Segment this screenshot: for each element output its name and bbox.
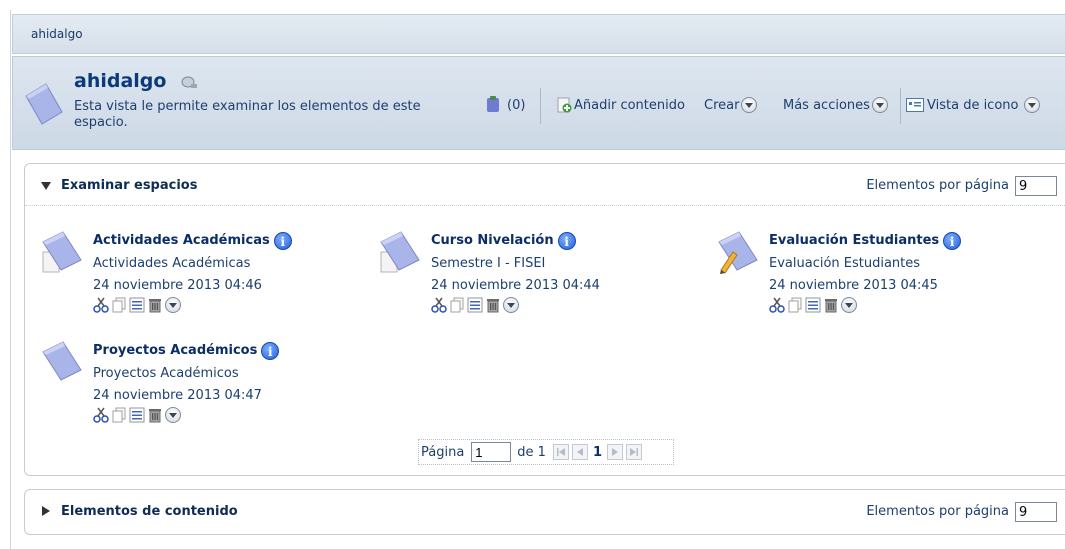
space-date: 24 noviembre 2013 04:45 <box>769 278 938 293</box>
last-page-icon[interactable] <box>626 444 642 460</box>
panel-title[interactable]: Examinar espacios <box>61 178 197 193</box>
browse-spaces-panel: Examinar espacios Elementos por página A… <box>24 163 1065 476</box>
copy-icon[interactable] <box>111 297 127 313</box>
panel-header: Examinar espacios Elementos por página <box>25 164 1065 206</box>
breadcrumb: ahidalgo <box>12 14 1065 54</box>
item-actions <box>769 297 857 313</box>
space-date: 24 noviembre 2013 04:47 <box>93 388 262 403</box>
items-per-page-label: Elementos por página <box>866 504 1009 519</box>
chevron-down-icon[interactable] <box>871 97 888 113</box>
left-border <box>10 10 11 549</box>
space-item: Curso Nivelación i Semestre I - FISEI 24 … <box>379 230 699 330</box>
page-of-label: de 1 <box>517 444 546 460</box>
copy-icon[interactable] <box>787 297 803 313</box>
cut-icon[interactable] <box>769 297 785 313</box>
cut-icon[interactable] <box>93 297 109 313</box>
collapse-icon[interactable] <box>41 182 51 190</box>
icon-view-icon <box>906 98 924 112</box>
space-item: Actividades Académicas i Actividades Acad… <box>41 230 361 330</box>
item-actions <box>93 297 181 313</box>
chevron-down-icon[interactable] <box>741 97 758 113</box>
clipboard-count: (0) <box>507 97 526 113</box>
cut-icon[interactable] <box>93 407 109 423</box>
items-per-page-label: Elementos por página <box>866 178 1009 193</box>
more-actions-icon[interactable] <box>165 297 181 313</box>
details-icon[interactable] <box>129 407 145 423</box>
pagination: Página de 1 1 <box>418 439 674 465</box>
space-description: Actividades Académicas <box>93 256 251 271</box>
space-name[interactable]: Proyectos Académicos <box>93 343 257 358</box>
page-title: ahidalgo <box>74 70 167 92</box>
space-date: 24 noviembre 2013 04:44 <box>431 278 600 293</box>
clipboard-icon <box>487 96 499 112</box>
items-per-page-input[interactable] <box>1015 502 1057 522</box>
space-date: 24 noviembre 2013 04:46 <box>93 278 262 293</box>
add-content-icon <box>557 97 572 113</box>
space-name-link[interactable]: Curso Nivelación i <box>431 232 576 250</box>
create-menu[interactable]: Crear <box>704 96 758 114</box>
rss-feed-icon[interactable] <box>180 75 200 91</box>
space-name-link[interactable]: Proyectos Académicos i <box>93 342 280 360</box>
more-actions-icon[interactable] <box>165 407 181 423</box>
space-folder-icon[interactable] <box>41 230 83 274</box>
items-per-page-input[interactable] <box>1015 176 1057 196</box>
info-icon[interactable]: i <box>273 232 292 250</box>
delete-icon[interactable] <box>147 297 163 313</box>
chevron-down-icon[interactable] <box>1024 97 1041 113</box>
delete-icon[interactable] <box>147 407 163 423</box>
current-page: 1 <box>592 444 602 460</box>
space-item: Evaluación Estudiantes i Evaluación Estud… <box>717 230 1037 330</box>
page-input[interactable] <box>471 442 512 462</box>
space-icon <box>25 83 63 125</box>
space-name[interactable]: Evaluación Estudiantes <box>769 233 939 248</box>
breadcrumb-item[interactable]: ahidalgo <box>31 27 83 41</box>
expand-icon[interactable] <box>42 506 50 516</box>
create-label: Crear <box>704 97 740 113</box>
add-content-button[interactable]: Añadir contenido <box>556 96 685 114</box>
more-actions-label: Más acciones <box>783 97 870 113</box>
space-folder-icon[interactable] <box>41 340 83 384</box>
space-folder-icon[interactable] <box>379 230 421 274</box>
info-icon[interactable]: i <box>261 342 280 360</box>
space-name-link[interactable]: Evaluación Estudiantes i <box>769 232 962 250</box>
details-icon[interactable] <box>805 297 821 313</box>
space-description: Semestre I - FISEI <box>431 256 546 271</box>
cut-icon[interactable] <box>431 297 447 313</box>
clipboard-group[interactable]: (0) <box>484 96 525 114</box>
space-pencil-icon[interactable] <box>717 230 759 274</box>
delete-icon[interactable] <box>485 297 501 313</box>
space-name-link[interactable]: Actividades Académicas i <box>93 232 292 250</box>
item-actions <box>431 297 519 313</box>
info-icon[interactable]: i <box>943 232 962 250</box>
view-mode-label: Vista de icono <box>927 97 1019 113</box>
add-content-label: Añadir contenido <box>574 97 685 113</box>
space-description: Evaluación Estudiantes <box>769 256 921 271</box>
space-description: Proyectos Académicos <box>93 366 239 381</box>
panel-header: Elementos de contenido Elementos por pág… <box>25 490 1065 532</box>
copy-icon[interactable] <box>449 297 465 313</box>
details-icon[interactable] <box>129 297 145 313</box>
space-item: Proyectos Académicos i Proyectos Académic… <box>41 340 361 440</box>
more-actions-icon[interactable] <box>503 297 519 313</box>
copy-icon[interactable] <box>111 407 127 423</box>
first-page-icon[interactable] <box>552 444 569 460</box>
panel-title[interactable]: Elementos de contenido <box>61 504 238 519</box>
page-label: Página <box>421 444 465 460</box>
view-mode-menu[interactable]: Vista de icono <box>906 96 1041 114</box>
info-icon[interactable]: i <box>557 232 576 250</box>
toolbar-separator <box>900 88 901 124</box>
page-description: Esta vista le permite examinar los eleme… <box>74 99 421 130</box>
more-actions-icon[interactable] <box>841 297 857 313</box>
next-page-icon[interactable] <box>607 444 623 460</box>
toolbar-separator <box>540 88 541 124</box>
space-name[interactable]: Curso Nivelación <box>431 233 554 248</box>
space-name[interactable]: Actividades Académicas <box>93 233 270 248</box>
previous-page-icon[interactable] <box>571 444 588 460</box>
more-actions-menu[interactable]: Más acciones <box>783 96 888 114</box>
item-actions <box>93 407 181 423</box>
details-icon[interactable] <box>467 297 483 313</box>
delete-icon[interactable] <box>823 297 839 313</box>
content-items-panel: Elementos de contenido Elementos por pág… <box>24 489 1065 535</box>
